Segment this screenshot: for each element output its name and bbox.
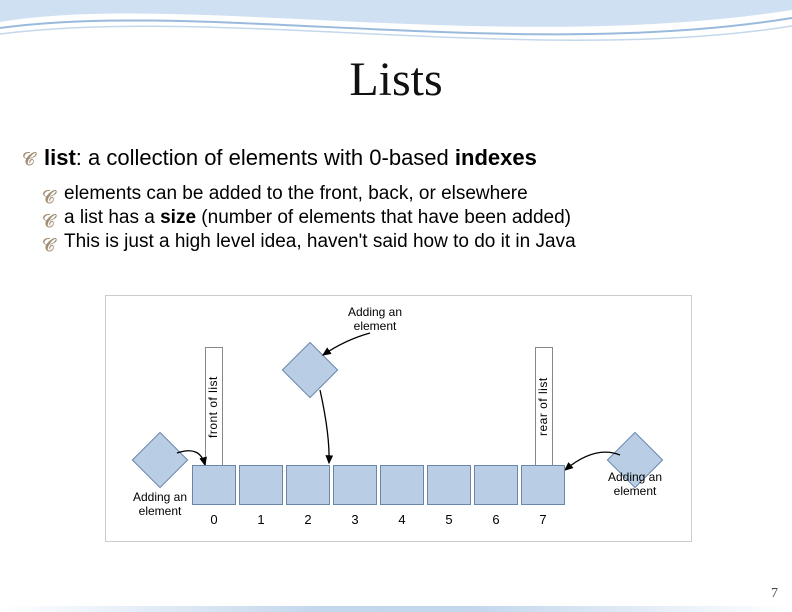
list-cells-row: 0 1 2 3 4 5 6 7 <box>192 465 565 505</box>
caption-right: Adding anelement <box>600 470 670 499</box>
footer-swoosh <box>0 606 792 612</box>
bullet-sub-1-pre: a list has a <box>64 207 160 228</box>
bullet-main-bold1: list <box>44 145 76 170</box>
list-cell: 0 <box>192 465 236 505</box>
bullet-main-rest: : a collection of elements with 0-based <box>76 145 455 170</box>
list-cell: 6 <box>474 465 518 505</box>
cell-index: 6 <box>475 512 517 527</box>
bullet-icon: 𝓒 <box>42 235 55 256</box>
bullet-sub-1: 𝓒 a list has a size (number of elements … <box>42 207 770 229</box>
cell-index: 3 <box>334 512 376 527</box>
bullet-list: 𝓒 list: a collection of elements with 0-… <box>22 145 770 255</box>
cell-index: 0 <box>193 512 235 527</box>
bullet-icon: 𝓒 <box>22 149 35 170</box>
rear-of-list-label: rear of list <box>535 347 553 467</box>
cell-index: 2 <box>287 512 329 527</box>
page-title: Lists <box>0 52 792 107</box>
slide: Lists 𝓒 list: a collection of elements w… <box>0 0 792 612</box>
bullet-main: 𝓒 list: a collection of elements with 0-… <box>22 145 770 171</box>
list-cell: 2 <box>286 465 330 505</box>
bullet-sub-2: 𝓒 This is just a high level idea, haven'… <box>42 231 770 253</box>
header-swoosh <box>0 0 792 60</box>
front-of-list-label: front of list <box>205 347 223 467</box>
cell-index: 4 <box>381 512 423 527</box>
list-cell: 7 <box>521 465 565 505</box>
list-diagram: front of list rear of list Adding anelem… <box>105 295 690 540</box>
bullet-sub-0-text: elements can be added to the front, back… <box>64 183 528 204</box>
bullet-sub-1-post: (number of elements that have been added… <box>196 207 571 228</box>
caption-top: Adding anelement <box>340 305 410 334</box>
list-cell: 3 <box>333 465 377 505</box>
caption-left: Adding anelement <box>125 490 195 519</box>
bullet-sub-2-text: This is just a high level idea, haven't … <box>64 231 576 252</box>
bullet-main-bold2: indexes <box>455 145 537 170</box>
page-number: 7 <box>771 586 778 602</box>
bullet-icon: 𝓒 <box>42 211 55 232</box>
bullet-sub-1-bold: size <box>160 207 196 228</box>
cell-index: 7 <box>522 512 564 527</box>
list-cell: 1 <box>239 465 283 505</box>
bullet-sub-0: 𝓒 elements can be added to the front, ba… <box>42 183 770 205</box>
list-cell: 4 <box>380 465 424 505</box>
list-cell: 5 <box>427 465 471 505</box>
cell-index: 1 <box>240 512 282 527</box>
cell-index: 5 <box>428 512 470 527</box>
bullet-icon: 𝓒 <box>42 187 55 208</box>
